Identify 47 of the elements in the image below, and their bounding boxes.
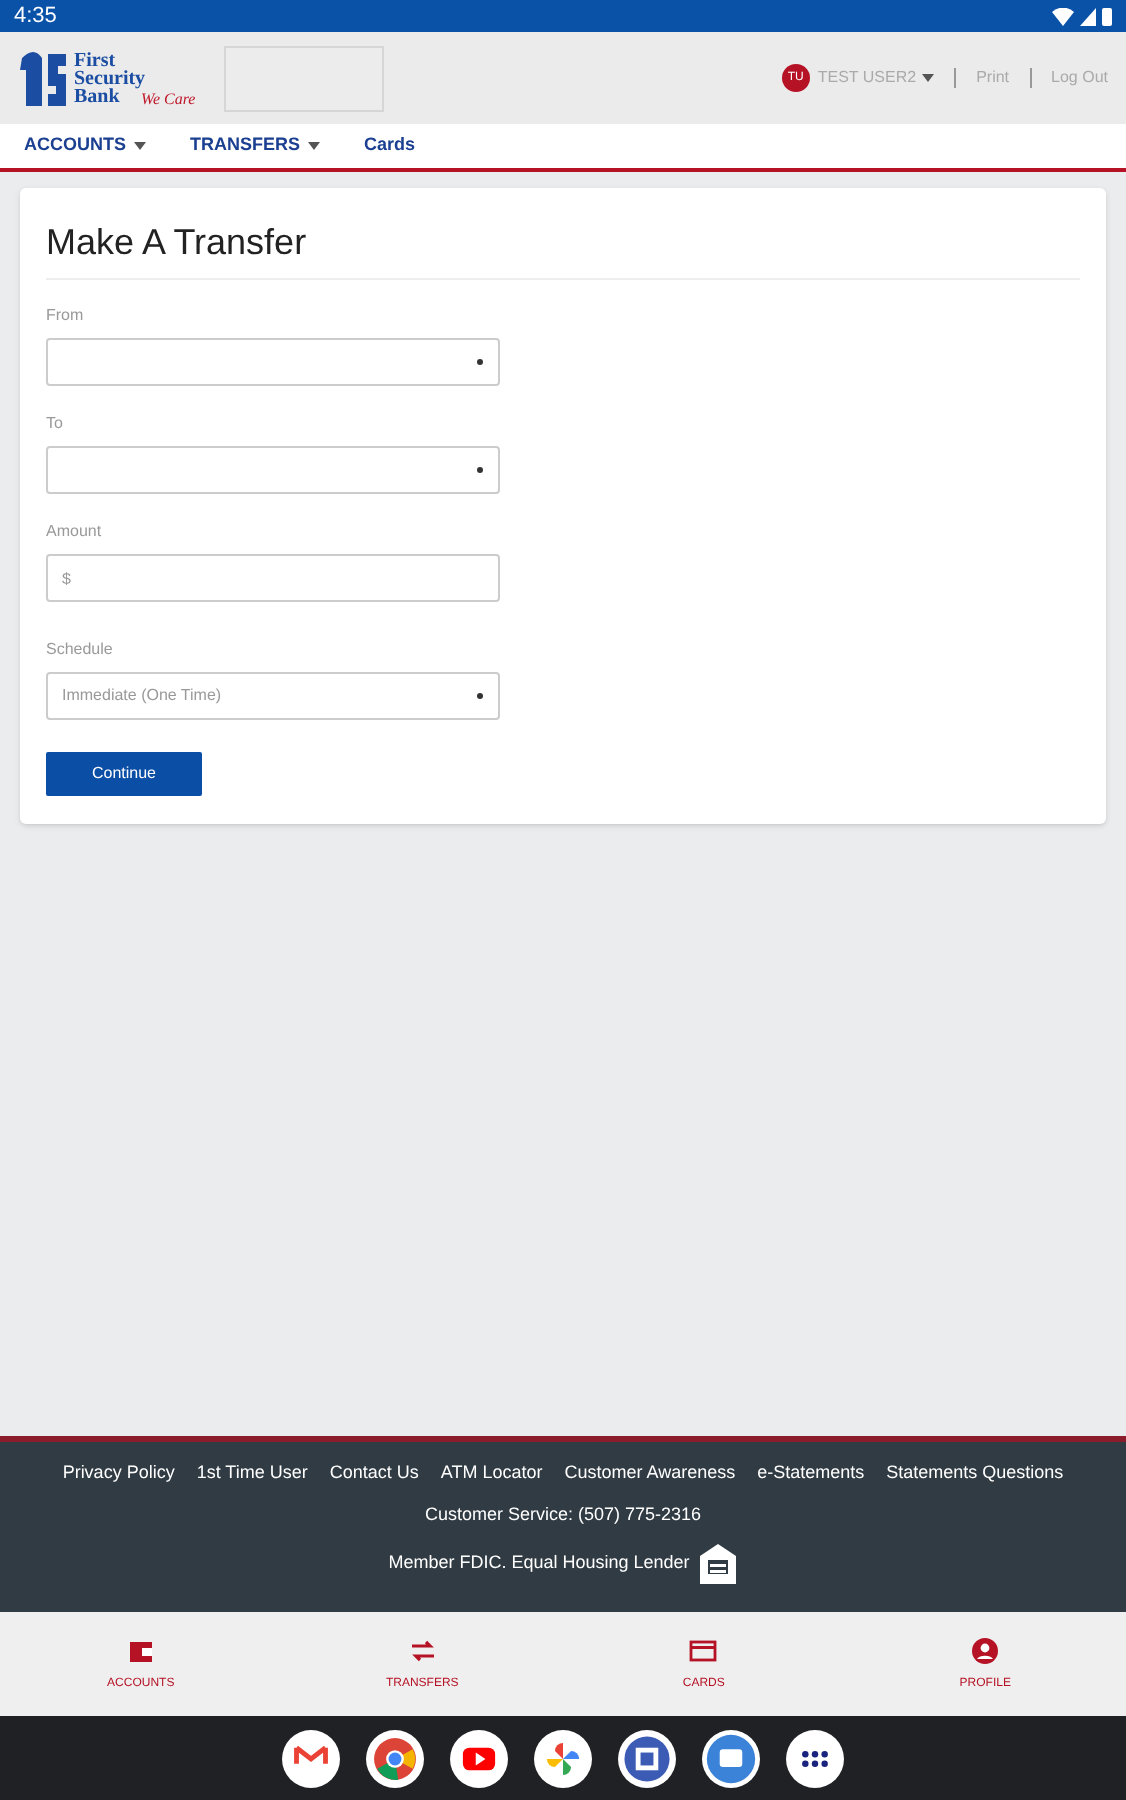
- footer-link[interactable]: Customer Awareness: [564, 1460, 736, 1487]
- nav-link[interactable]: ACCOUNTS: [24, 132, 146, 160]
- house-icon: [697, 1542, 738, 1586]
- logo-mark-icon: [18, 50, 70, 106]
- form-title: Make A Transfer: [46, 216, 1080, 280]
- wifi-icon: [1052, 7, 1074, 25]
- status-time: 4:35: [14, 1, 57, 32]
- select-field[interactable]: [46, 338, 500, 386]
- photos-app-icon[interactable]: [534, 1729, 592, 1787]
- card-icon: [688, 1635, 719, 1665]
- gmail-app-icon[interactable]: [282, 1729, 340, 1787]
- footer-link[interactable]: e-Statements: [757, 1460, 865, 1487]
- field-label: From: [46, 304, 86, 328]
- dropdown-dot-icon: [476, 466, 484, 474]
- select-field[interactable]: [46, 446, 500, 494]
- footer-link[interactable]: ATM Locator: [440, 1460, 543, 1487]
- logo-text: Security: [74, 69, 146, 87]
- nav-link[interactable]: Cards: [364, 132, 416, 160]
- customer-service-text: Customer Service: (507) 775-2316: [424, 1501, 702, 1528]
- dropdown-dot-icon: [476, 692, 484, 700]
- footer-link[interactable]: 1st Time User: [196, 1460, 308, 1487]
- nav-link[interactable]: TRANSFERS: [190, 132, 321, 160]
- caret-icon: [308, 142, 321, 150]
- input-field[interactable]: $: [46, 554, 500, 602]
- docs-app-icon[interactable]: [618, 1729, 676, 1787]
- footer-link[interactable]: Privacy Policy: [62, 1460, 175, 1487]
- caret-icon: [134, 142, 146, 150]
- apps-app-icon[interactable]: [786, 1729, 844, 1787]
- dropdown-dot-icon: [476, 358, 484, 366]
- arrows-icon: [407, 1635, 438, 1665]
- logo-text: First: [74, 51, 116, 69]
- chrome-app-icon[interactable]: [366, 1729, 424, 1787]
- battery-icon: [1102, 6, 1112, 26]
- caret-icon: [922, 74, 935, 82]
- field-label: To: [46, 412, 65, 436]
- signal-icon: [1080, 7, 1096, 25]
- messages-app-icon[interactable]: [702, 1729, 760, 1787]
- youtube-app-icon[interactable]: [450, 1729, 508, 1787]
- continue-button[interactable]: Continue: [46, 752, 202, 796]
- footer-link[interactable]: Statements Questions: [886, 1460, 1064, 1487]
- logo-text: Bank: [74, 87, 120, 105]
- logo-tagline: We Care: [141, 89, 196, 112]
- person-icon: [970, 1635, 1001, 1665]
- field-label: Amount: [46, 520, 104, 544]
- member-text: Member FDIC. Equal Housing Lender: [388, 1550, 690, 1577]
- field-label: Schedule: [46, 638, 115, 662]
- footer-link[interactable]: Contact Us: [329, 1460, 419, 1487]
